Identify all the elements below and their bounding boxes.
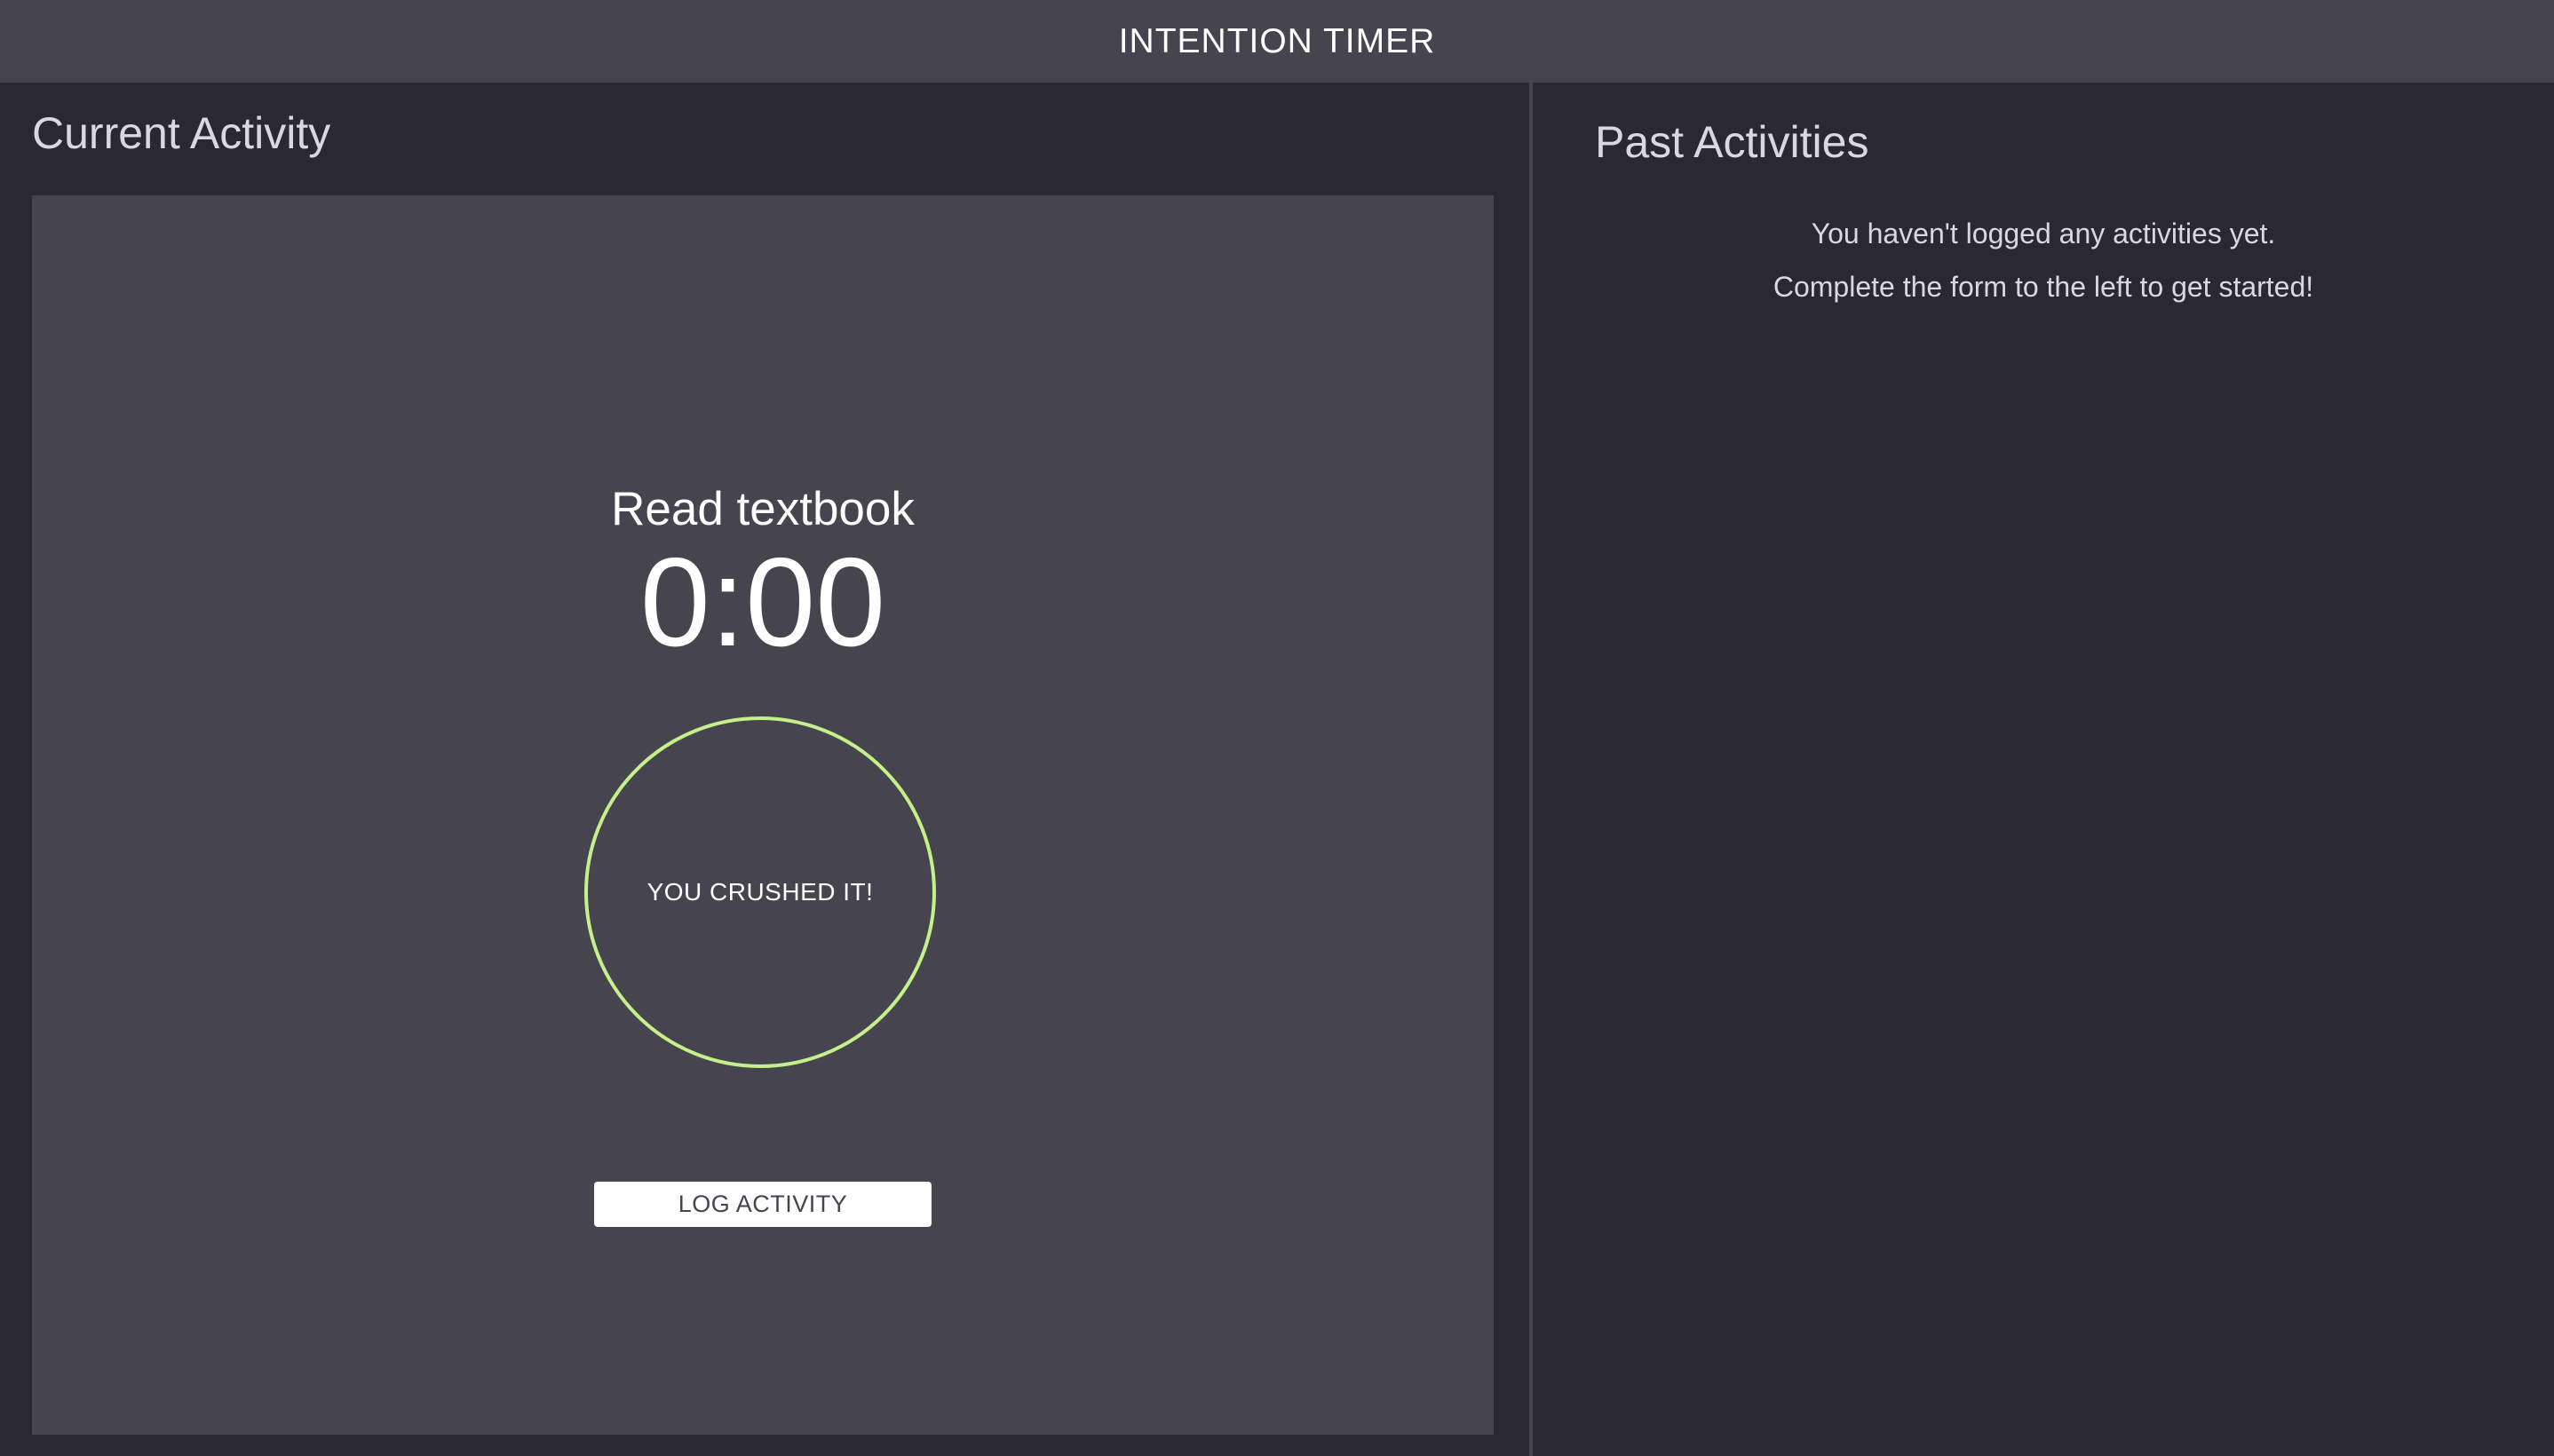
current-activity-pane: Current Activity Read textbook 0:00 YOU … (0, 83, 1529, 1456)
progress-ring: YOU CRUSHED IT! (584, 716, 936, 1068)
past-activities-title: Past Activities (1595, 117, 1869, 167)
activity-name: Read textbook (611, 483, 915, 535)
activity-card: Read textbook 0:00 YOU CRUSHED IT! LOG A… (32, 195, 1494, 1435)
log-activity-button[interactable]: LOG ACTIVITY (594, 1182, 932, 1227)
timer-display: 0:00 (639, 532, 886, 673)
current-activity-title: Current Activity (32, 108, 331, 158)
empty-state-line: You haven't logged any activities yet. (1811, 218, 2276, 249)
app-title: INTENTION TIMER (1118, 21, 1436, 60)
empty-state-message: You haven't logged any activities yet. C… (1533, 207, 2554, 313)
app-header: INTENTION TIMER (0, 0, 2554, 83)
past-activities-pane: Past Activities You haven't logged any a… (1533, 83, 2554, 1456)
empty-state-hint: Complete the form to the left to get sta… (1773, 271, 2314, 303)
completion-message: YOU CRUSHED IT! (646, 878, 874, 906)
